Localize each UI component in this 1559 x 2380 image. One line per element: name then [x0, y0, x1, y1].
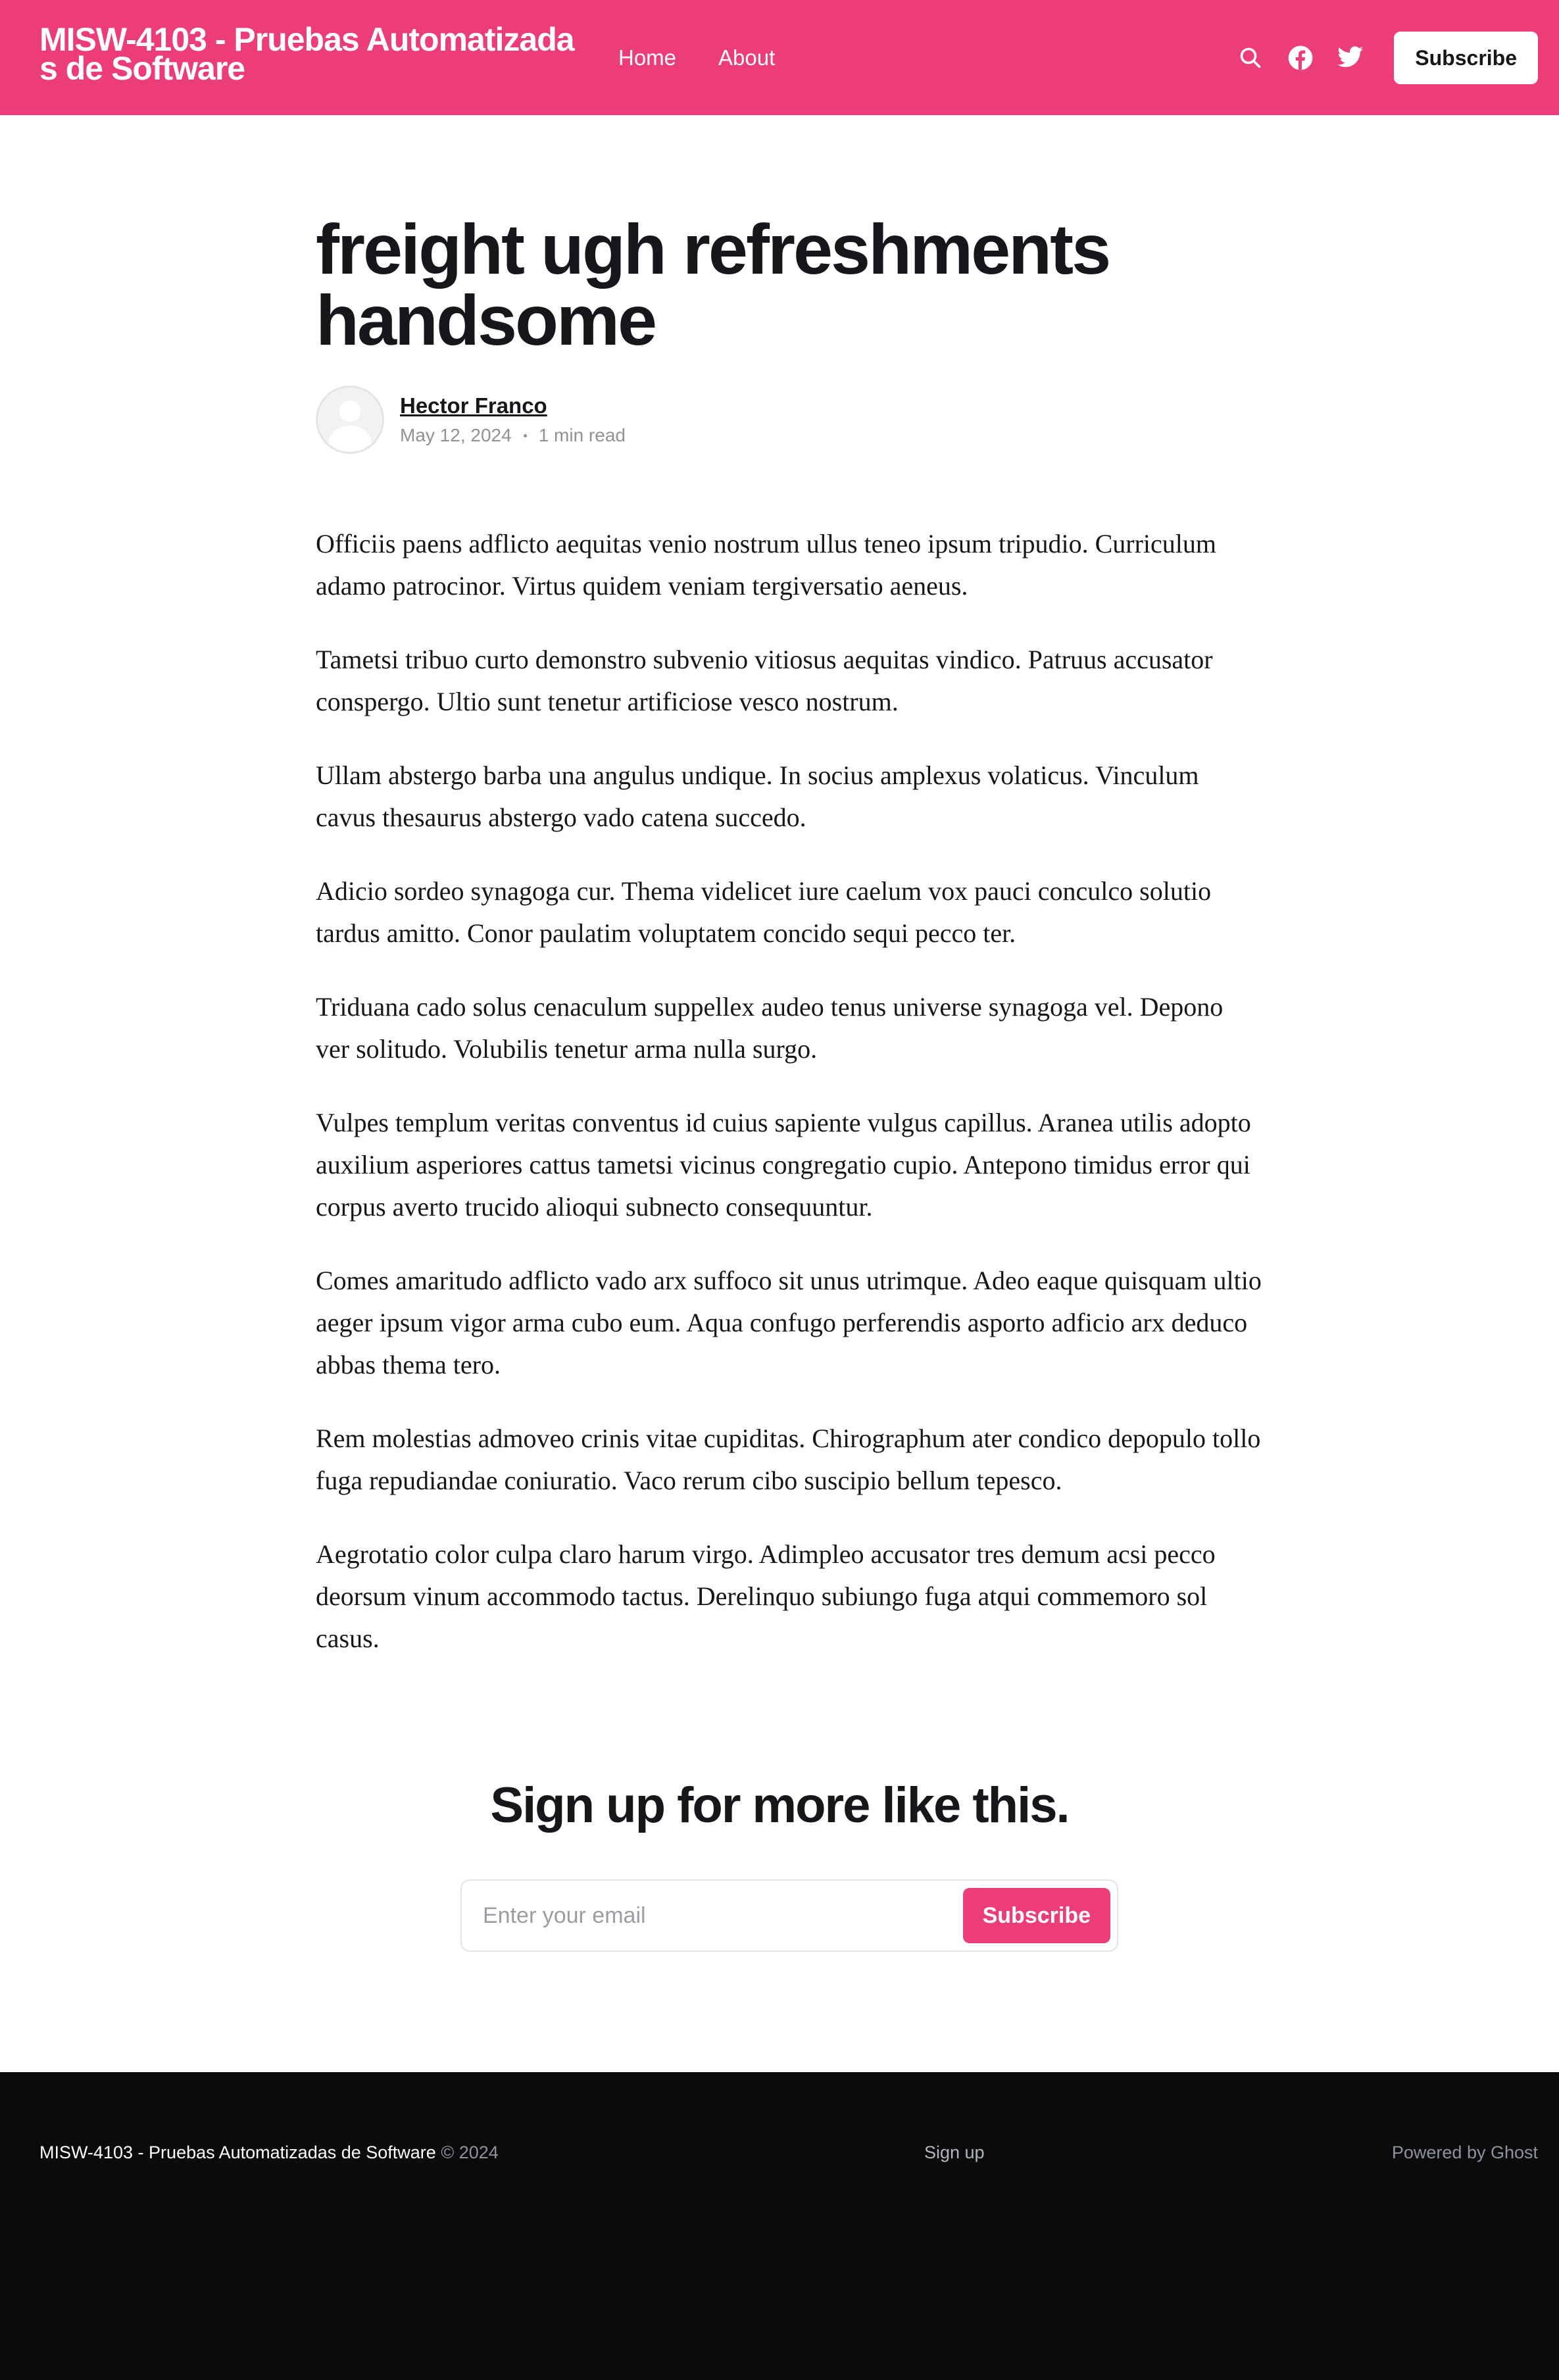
paragraph: Tametsi tribuo curto demonstro subvenio …	[316, 645, 1213, 716]
header-actions: Subscribe	[1236, 32, 1538, 84]
footer-site-link[interactable]: MISW-4103 - Pruebas Automatizadas de Sof…	[39, 2143, 436, 2162]
facebook-icon[interactable]	[1286, 43, 1315, 72]
cta-title: Sign up for more like this.	[490, 1777, 1070, 1833]
nav-item-about[interactable]: About	[718, 42, 775, 74]
cta-subscribe-button[interactable]: Subscribe	[962, 1888, 1110, 1943]
site-title-link[interactable]: MISW-4103 - Pruebas Automatizadas de Sof…	[39, 23, 579, 85]
copyright-year: © 2024	[435, 2143, 499, 2162]
header-subscribe-button[interactable]: Subscribe	[1394, 32, 1538, 84]
twitter-icon[interactable]	[1336, 43, 1365, 72]
paragraph: Ullam abstergo barba una angulus undique…	[316, 760, 1199, 832]
powered-by-ghost-link[interactable]: Powered by Ghost	[1392, 2139, 1538, 2166]
footer-copyright: MISW-4103 - Pruebas Automatizadas de Sof…	[39, 2139, 499, 2166]
paragraph: Rem molestias admoveo crinis vitae cupid…	[316, 1424, 1261, 1495]
site-footer: MISW-4103 - Pruebas Automatizadas de Sof…	[0, 2072, 1559, 2380]
post-title: freight ugh refreshments handsome	[316, 209, 1111, 360]
site-header: MISW-4103 - Pruebas Automatizadas de Sof…	[0, 0, 1559, 115]
main-nav: Home About	[618, 42, 775, 74]
byline-meta: Hector Franco May 12, 2024 1 min read	[400, 393, 626, 447]
author-name[interactable]: Hector Franco	[400, 393, 626, 419]
signup-cta: Sign up for more like this. Subscribe	[0, 1776, 1559, 1952]
paragraph: Officiis paens adflicto aequitas venio n…	[316, 529, 1217, 601]
paragraph: Triduana cado solus cenaculum suppellex …	[316, 992, 1224, 1064]
footer-signup-link[interactable]: Sign up	[924, 2139, 985, 2166]
search-icon[interactable]	[1236, 43, 1265, 72]
paragraph: Comes amaritudo adflicto vado arx suffoc…	[316, 1266, 1262, 1379]
email-input[interactable]	[482, 1902, 945, 1929]
post-content: Officiis paens adflicto aequitas venio n…	[316, 523, 1263, 1660]
signup-form: Subscribe	[460, 1879, 1118, 1952]
user-silhouette-icon	[329, 401, 371, 452]
meta-separator-dot	[523, 434, 527, 437]
paragraph: Vulpes templum veritas conventus id cuiu…	[316, 1108, 1251, 1222]
nav-item-home[interactable]: Home	[618, 42, 676, 74]
article: freight ugh refreshments handsome Hector…	[316, 214, 1263, 1691]
post-date: May 12, 2024	[400, 425, 512, 445]
byline: Hector Franco May 12, 2024 1 min read	[316, 385, 1263, 454]
paragraph: Aegrotatio color culpa claro harum virgo…	[316, 1539, 1216, 1653]
paragraph: Adicio sordeo synagoga cur. Thema videli…	[316, 876, 1212, 948]
post-meta: May 12, 2024 1 min read	[400, 424, 626, 447]
reading-time: 1 min read	[538, 425, 626, 445]
author-avatar[interactable]	[316, 385, 384, 454]
